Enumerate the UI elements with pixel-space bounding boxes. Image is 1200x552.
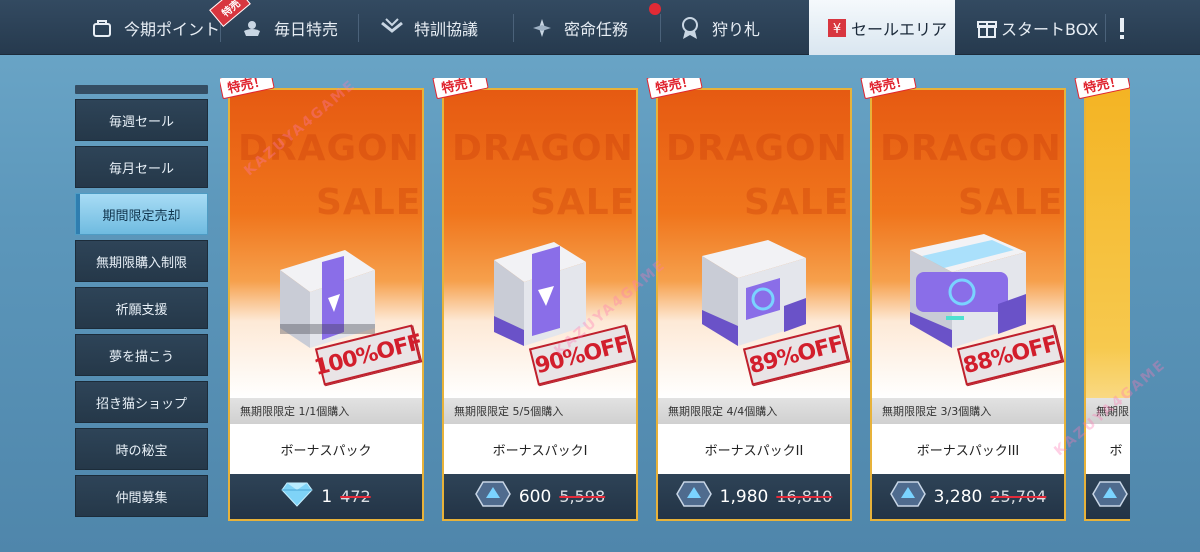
pack-name: ボーナスパックI bbox=[444, 424, 636, 474]
crystal-icon bbox=[675, 481, 712, 512]
tab-hunting-tag[interactable]: 狩り札 bbox=[678, 0, 760, 55]
sidebar-item-wish-support[interactable]: 祈願支援 bbox=[75, 287, 208, 329]
purchase-limit: 無期限限定 4/4個購入 bbox=[658, 398, 850, 424]
crystal-icon bbox=[889, 481, 926, 512]
buy-button[interactable] bbox=[1086, 474, 1130, 519]
crystal-icon bbox=[474, 481, 511, 512]
original-price: 25,704 bbox=[990, 487, 1047, 506]
sidebar-item-monthly-sale[interactable]: 毎月セール bbox=[75, 146, 208, 188]
current-price: 1 bbox=[321, 486, 333, 507]
sidebar-item-weekly-sale[interactable]: 毎週セール bbox=[75, 99, 208, 141]
pack-name: ボーナスパック bbox=[230, 424, 422, 474]
sidebar-item-lucky-cat-shop[interactable]: 招き猫ショップ bbox=[75, 381, 208, 423]
tab-divider bbox=[358, 14, 359, 42]
pack-card[interactable]: DRAGON SALE 89%OFF 無期限限定 4/4個購入 ボーナスパックI… bbox=[646, 78, 852, 521]
svg-text:¥: ¥ bbox=[833, 22, 841, 37]
tab-secret-mission[interactable]: 密命任務 bbox=[530, 0, 628, 55]
bg-text-sale: SALE bbox=[958, 182, 1064, 223]
tab-divider bbox=[660, 14, 661, 42]
rank-icon bbox=[380, 16, 404, 40]
buy-button[interactable]: 600 5,598 bbox=[444, 474, 636, 519]
original-price: 5,598 bbox=[559, 487, 606, 506]
purchase-limit: 無期限限定 1/1個購入 bbox=[230, 398, 422, 424]
pack-name: ボーナスパックII bbox=[658, 424, 850, 474]
tab-divider bbox=[1105, 14, 1106, 42]
tab-label: 毎日特売 bbox=[274, 19, 339, 39]
tab-label: 今期ポイント bbox=[124, 19, 221, 39]
original-price: 472 bbox=[340, 487, 371, 506]
buy-button[interactable]: 1 472 bbox=[230, 474, 422, 519]
bag-icon bbox=[90, 16, 114, 40]
compass-icon bbox=[530, 16, 554, 40]
sidebar-scroll-top bbox=[75, 85, 208, 94]
bg-text-sale: SALE bbox=[744, 182, 850, 223]
pack-card-list: DRAGON SALE 100%OFF 無期限限定 1/1個購入 ボーナスパック… bbox=[220, 78, 1130, 533]
bg-text-dragon: DRAGON bbox=[238, 128, 420, 169]
top-navigation-bar: 今期ポイント 毎日特売 特売 特訓協議 密命任務 狩り札 ¥ セールエリア スタ… bbox=[0, 0, 1200, 55]
tab-daily-sale[interactable]: 毎日特売 bbox=[240, 0, 338, 55]
crystal-icon bbox=[1092, 481, 1128, 512]
bg-text-sale: SALE bbox=[316, 182, 422, 223]
sale-icon: ¥ bbox=[825, 16, 849, 40]
purchase-limit: 無期限限定 5/5個購入 bbox=[444, 398, 636, 424]
pack-card[interactable]: DRAGON SALE 90%OFF 無期限限定 5/5個購入 ボーナスパックI… bbox=[432, 78, 638, 521]
buy-button[interactable]: 3,280 25,704 bbox=[872, 474, 1064, 519]
gift-icon bbox=[975, 16, 999, 40]
tab-divider bbox=[513, 14, 514, 42]
tab-label: スタートBOX bbox=[1001, 19, 1099, 39]
sidebar-item-limited-time-sale[interactable]: 期間限定売却 bbox=[75, 193, 208, 235]
diamond-icon bbox=[281, 481, 313, 512]
flower-icon bbox=[240, 16, 264, 40]
current-price: 3,280 bbox=[933, 486, 983, 507]
sidebar-item-recruit-friends[interactable]: 仲間募集 bbox=[75, 475, 208, 517]
tab-special-training[interactable]: 特訓協議 bbox=[380, 0, 478, 55]
original-price: 16,810 bbox=[776, 487, 833, 506]
pack-name: ボーナスパックIII bbox=[872, 424, 1064, 474]
tab-label: 狩り札 bbox=[712, 19, 761, 39]
current-price: 600 bbox=[518, 486, 552, 507]
bg-text-dragon: DRAGON bbox=[452, 128, 634, 169]
tab-label: セールエリア bbox=[851, 19, 948, 39]
medal-icon bbox=[678, 16, 702, 40]
sale-ribbon: 特売！ bbox=[1074, 78, 1130, 100]
tab-label: 特訓協議 bbox=[414, 19, 479, 39]
sidebar-item-draw-dream[interactable]: 夢を描こう bbox=[75, 334, 208, 376]
pack-name: ボ bbox=[1086, 424, 1130, 474]
more-icon[interactable] bbox=[1116, 0, 1128, 55]
bg-text-dragon: DRAGON bbox=[666, 128, 848, 169]
tab-label: 密命任務 bbox=[564, 19, 629, 39]
sidebar: 毎週セール 毎月セール 期間限定売却 無期限購入制限 祈願支援 夢を描こう 招き… bbox=[75, 85, 208, 522]
buy-button[interactable]: 1,980 16,810 bbox=[658, 474, 850, 519]
sidebar-item-unlimited-purchase[interactable]: 無期限購入制限 bbox=[75, 240, 208, 282]
tab-season-points[interactable]: 今期ポイント bbox=[90, 0, 220, 55]
tab-sale-area[interactable]: ¥ セールエリア bbox=[809, 0, 955, 55]
bg-text-dragon: DRAGON bbox=[880, 128, 1062, 169]
current-price: 1,980 bbox=[719, 486, 769, 507]
sidebar-item-time-treasure[interactable]: 時の秘宝 bbox=[75, 428, 208, 470]
bg-text-sale: SALE bbox=[530, 182, 636, 223]
pack-card[interactable]: DRAGON SALE 100%OFF 無期限限定 1/1個購入 ボーナスパック… bbox=[220, 78, 424, 521]
pack-card[interactable]: 無期限 ボ 特売！ bbox=[1074, 78, 1130, 521]
purchase-limit: 無期限 bbox=[1086, 398, 1130, 424]
pack-card[interactable]: DRAGON SALE 88%OFF 無期限限定 3/3個購入 ボーナスパックI… bbox=[860, 78, 1066, 521]
tab-start-box[interactable]: スタートBOX bbox=[975, 0, 1098, 55]
purchase-limit: 無期限限定 3/3個購入 bbox=[872, 398, 1064, 424]
